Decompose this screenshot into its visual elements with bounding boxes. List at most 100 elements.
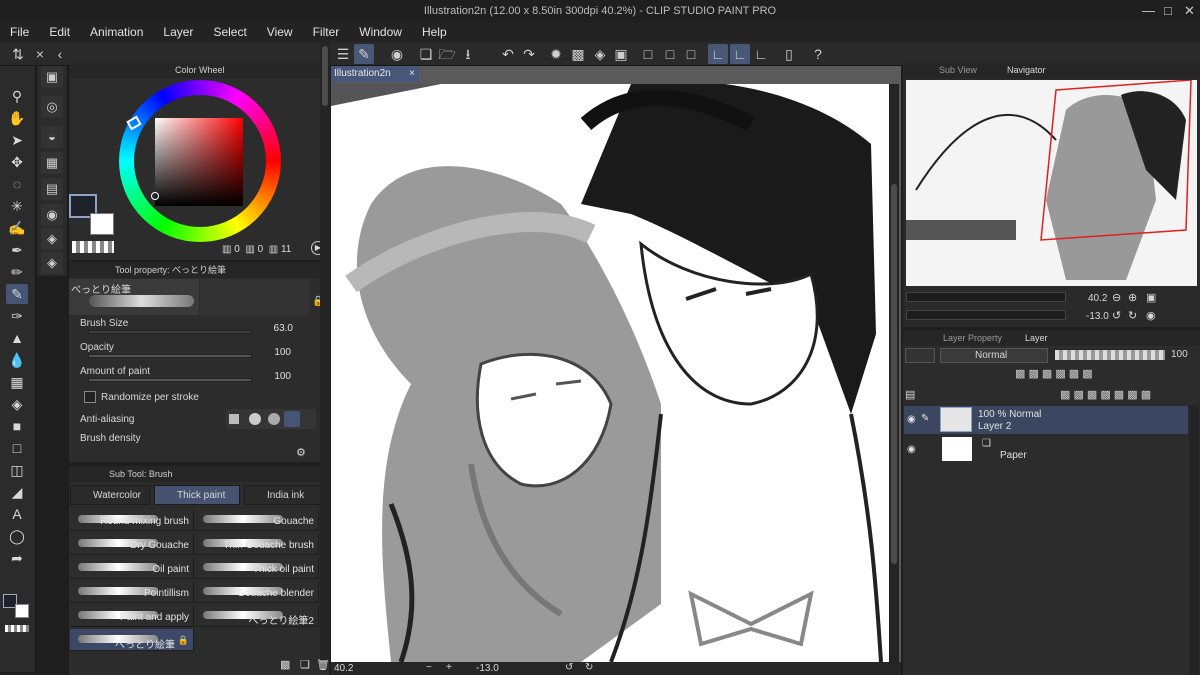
menu-edit[interactable]: Edit (39, 25, 80, 39)
copy-icon[interactable]: ▩ (280, 658, 290, 671)
brush-item[interactable]: Gouache blender (195, 581, 319, 603)
color-set-icon[interactable]: ◈ (41, 228, 63, 250)
brush-item[interactable]: Pointillism (70, 581, 194, 603)
left-panel-scrollbar[interactable] (320, 40, 330, 660)
fill-icon[interactable]: ◈ (590, 44, 610, 64)
color-history-icon[interactable]: ◈ (41, 252, 63, 274)
brush-item[interactable]: Thick oil paint (195, 557, 319, 579)
brush-item[interactable]: Thin Gouache brush (195, 533, 319, 555)
blend-icon[interactable]: 💧 (6, 350, 28, 370)
auto-select-icon[interactable]: ✳ (6, 196, 28, 216)
sub-color-swatch[interactable] (15, 604, 29, 618)
transparent-chip[interactable] (72, 241, 114, 253)
close-panel-icon[interactable]: × (30, 44, 50, 64)
menu-help[interactable]: Help (412, 25, 457, 39)
loading-icon[interactable]: ✹ (546, 44, 566, 64)
tab-thick-paint[interactable]: Thick paint (154, 485, 240, 505)
settings-icon[interactable]: ⚙ (296, 446, 306, 459)
anti-aliasing-options[interactable] (226, 409, 316, 429)
zoom-in-icon[interactable]: + (446, 662, 452, 673)
invert-selection-icon[interactable]: □ (681, 44, 701, 64)
brush-item[interactable]: べっとり絵筆2 (195, 605, 319, 627)
brush-item[interactable]: Gouache (195, 509, 319, 531)
aa-medium-icon[interactable] (268, 413, 280, 425)
zoom-value[interactable]: 40.2 (334, 663, 353, 674)
aa-none-icon[interactable] (229, 414, 239, 424)
nav-rotate-left-icon[interactable]: ↺ (1112, 309, 1121, 322)
angle-value[interactable]: -13.0 (476, 663, 499, 674)
pencil-icon[interactable]: ✏ (6, 262, 28, 282)
layer-scrollbar[interactable] (1189, 405, 1199, 675)
tab-india-ink[interactable]: India ink (244, 485, 326, 505)
chevron-left-icon[interactable]: ‹ (50, 44, 70, 64)
drop-icon[interactable]: ◒ (41, 126, 63, 148)
move-layer-icon[interactable]: ✥ (6, 152, 28, 172)
brush-icon[interactable]: ✎ (6, 284, 28, 304)
menu-animation[interactable]: Animation (80, 25, 153, 39)
nav-zoom-in-icon[interactable]: ⊕ (1128, 291, 1137, 304)
maximize-icon[interactable]: □ (1164, 3, 1172, 18)
layer-opacity-value[interactable]: 100 (1171, 349, 1188, 360)
nav-rotate-right-icon[interactable]: ↻ (1128, 309, 1137, 322)
canvas-scrollbar[interactable] (889, 84, 899, 662)
rotate-right-icon[interactable]: ↻ (585, 662, 593, 673)
opacity-slider[interactable] (88, 354, 252, 358)
lasso-icon[interactable]: ◌ (6, 174, 28, 194)
brush-item[interactable]: Dry Gouache (70, 533, 194, 555)
brush-size-slider[interactable] (88, 330, 252, 334)
saturation-value-box[interactable] (155, 118, 243, 206)
close-icon[interactable]: ✕ (1184, 3, 1195, 19)
select-all-icon[interactable]: □ (638, 44, 658, 64)
deselect-icon[interactable]: □ (660, 44, 680, 64)
pen-icon[interactable]: ✒ (6, 240, 28, 260)
tab-layer-property[interactable]: Layer Property (943, 333, 1002, 343)
layer-row[interactable]: ◉ ❏ Paper (904, 436, 1188, 464)
menu-layer[interactable]: Layer (153, 25, 203, 39)
nav-angle-value[interactable]: -13.0 (1086, 311, 1109, 322)
eye-icon[interactable]: ◉ (907, 414, 916, 425)
snap-special-ruler-icon[interactable]: ∟ (730, 44, 750, 64)
correct-line-icon[interactable]: ➦ (6, 548, 28, 568)
film-icon[interactable]: ▦ (41, 152, 63, 174)
nav-zoom-slider[interactable] (906, 292, 1066, 302)
zoom-out-icon[interactable]: − (426, 662, 432, 673)
layer-name[interactable]: Layer 2 (978, 421, 1011, 432)
fill-tool-icon[interactable]: ◈ (6, 394, 28, 414)
aa-strong-icon[interactable] (284, 411, 300, 427)
navigator-preview[interactable] (906, 80, 1197, 286)
collapse-left-icon[interactable]: ⇅ (8, 44, 28, 64)
nav-icon[interactable]: ▣ (41, 66, 63, 88)
tab-layer[interactable]: Layer (1025, 333, 1048, 343)
new-icon[interactable]: ❏ (300, 658, 310, 671)
layer-row-selected[interactable]: ◉ ✎ 100 % Normal Layer 2 (904, 406, 1188, 434)
sub-color-chip[interactable] (90, 213, 114, 235)
clip-studio-icon[interactable]: ◉ (387, 44, 407, 64)
menu-window[interactable]: Window (349, 25, 412, 39)
list-icon[interactable]: ▤ (41, 178, 63, 200)
blend-mode-select[interactable]: Normal (940, 348, 1048, 363)
artwork-canvas[interactable] (331, 84, 889, 662)
circle-target-icon[interactable]: ◉ (41, 204, 63, 226)
layer-color-icon[interactable] (905, 348, 935, 363)
eyedropper-icon[interactable]: ✍ (6, 218, 28, 238)
operation-icon[interactable]: ➤ (6, 130, 28, 150)
aa-weak-icon[interactable] (249, 413, 261, 425)
amount-of-paint-slider[interactable] (88, 378, 252, 382)
menu-view[interactable]: View (257, 25, 303, 39)
text-icon[interactable]: A (6, 504, 28, 524)
tab-sub-view[interactable]: Sub View (939, 65, 977, 75)
balloon-icon[interactable]: ◯ (6, 526, 28, 546)
shape-icon[interactable]: □ (6, 438, 28, 458)
menu-icon[interactable]: ☰ (333, 44, 353, 64)
tab-watercolor[interactable]: Watercolor (70, 485, 150, 505)
sv-cursor[interactable] (151, 192, 159, 200)
eye-icon[interactable]: ◉ (907, 444, 916, 455)
scroll-thumb[interactable] (322, 46, 328, 106)
nav-zoom-value[interactable]: 40.2 (1088, 293, 1107, 304)
save-icon[interactable]: ⭳ (458, 44, 478, 64)
nav-zoom-out-icon[interactable]: ⊖ (1112, 291, 1121, 304)
gradient-icon[interactable]: ■ (6, 416, 28, 436)
ruler-icon[interactable]: ◢ (6, 482, 28, 502)
rotate-left-icon[interactable]: ↺ (565, 662, 573, 673)
snap-grid-icon[interactable]: ∟ (751, 44, 771, 64)
